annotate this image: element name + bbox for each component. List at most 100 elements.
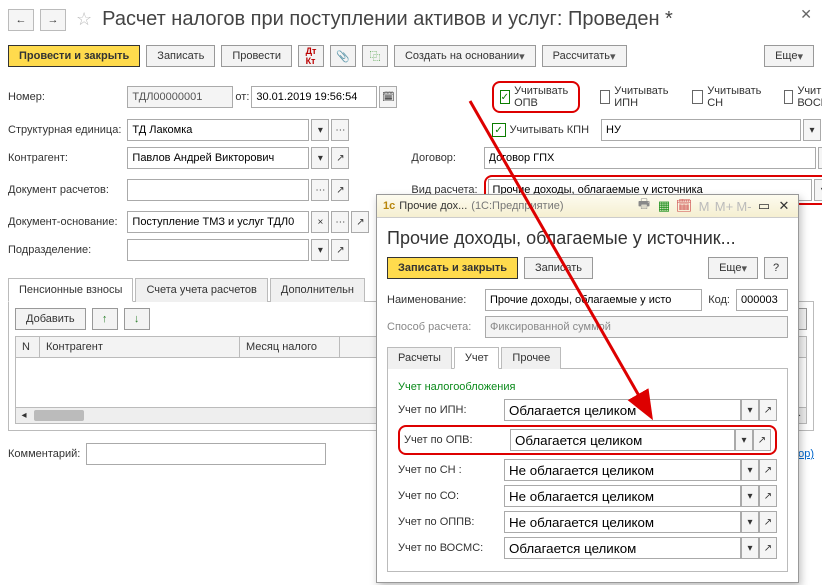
dropdown-icon[interactable]: ▾ (311, 147, 329, 169)
popup-window: 1c Прочие дох... (1С:Предприятие) 🖶 ▦ 🗓 … (376, 194, 799, 583)
dropdown-icon[interactable]: ▾ (311, 119, 329, 141)
popup-help-button[interactable]: ? (764, 257, 788, 279)
vosms-select[interactable] (504, 537, 741, 559)
scroll-left-icon[interactable]: ◂ (16, 408, 32, 423)
structure-icon[interactable]: ⿻ (362, 45, 388, 67)
open-icon[interactable]: ↗ (759, 485, 777, 507)
popup-titlebar: 1c Прочие дох... (1С:Предприятие) 🖶 ▦ 🗓 … (377, 195, 798, 218)
dtkt-icon[interactable]: ДтКт (298, 45, 324, 67)
dropdown-icon[interactable]: ▾ (741, 399, 759, 421)
popup-code-field[interactable] (736, 289, 788, 311)
close-icon[interactable]: ✕ (800, 6, 812, 23)
basedoc-field[interactable] (127, 211, 309, 233)
app-icon: 1c (383, 200, 395, 212)
open-icon[interactable]: ↗ (753, 429, 771, 451)
paydoc-field[interactable] (127, 179, 309, 201)
dropdown-icon[interactable]: ▾ (741, 459, 759, 481)
calendar-icon[interactable]: 🗓 (379, 86, 397, 108)
clear-icon[interactable]: × (311, 211, 329, 233)
date-field[interactable] (251, 86, 377, 108)
checkbox-sn[interactable]: Учитывать СН (692, 85, 764, 109)
contractor-label: Контрагент: (8, 152, 121, 164)
ipn-select[interactable] (504, 399, 741, 421)
popup-write-button[interactable]: Записать (524, 257, 593, 279)
move-up-icon[interactable]: ↑ (92, 308, 118, 330)
dropdown-icon[interactable]: ▾ (818, 147, 822, 169)
comment-field[interactable] (86, 443, 326, 465)
move-down-icon[interactable]: ↓ (124, 308, 150, 330)
popup-name-field[interactable] (485, 289, 702, 311)
popup-close-icon[interactable]: ✕ (776, 198, 792, 214)
sn-select[interactable] (504, 459, 741, 481)
popup-name-label: Наименование: (387, 294, 479, 306)
paydoc-label: Документ расчетов: (8, 184, 121, 196)
open-icon[interactable]: ↗ (331, 179, 349, 201)
dropdown-icon[interactable]: ▾ (741, 537, 759, 559)
grid-icon[interactable]: ▦ (656, 198, 672, 214)
check-icon: ✓ (492, 123, 506, 137)
forward-button[interactable]: → (40, 9, 66, 31)
calc-button[interactable]: Рассчитать (542, 45, 627, 67)
commit-button[interactable]: Провести (221, 45, 292, 67)
checkbox-ipn[interactable]: Учитывать ИПН (600, 85, 672, 109)
attach-icon[interactable]: 📎 (330, 45, 356, 67)
kpn-value-field[interactable] (601, 119, 801, 141)
mplus-icon[interactable]: M+ (716, 198, 732, 214)
open-icon[interactable]: ↗ (759, 459, 777, 481)
open-icon[interactable]: ↗ (351, 211, 369, 233)
contractor-field[interactable] (127, 147, 309, 169)
checkbox-vosms[interactable]: Учитывать ВОСМС (784, 85, 822, 109)
checkbox-opv[interactable]: ✓Учитывать ОПВ (492, 81, 580, 113)
check-icon (784, 90, 793, 104)
opv-select[interactable] (510, 429, 735, 451)
dropdown-icon[interactable]: ▾ (814, 179, 822, 201)
unit-field[interactable] (127, 119, 309, 141)
oppv-select[interactable] (504, 511, 741, 533)
contract-field[interactable] (484, 147, 817, 169)
write-button[interactable]: Записать (146, 45, 215, 67)
tab-accounts[interactable]: Счета учета расчетов (135, 278, 267, 302)
favorite-icon[interactable]: ☆ (76, 9, 92, 30)
open-icon[interactable]: ⋯ (331, 211, 349, 233)
popup-max-icon[interactable]: ▭ (756, 198, 772, 214)
open-icon[interactable]: ↗ (759, 537, 777, 559)
open-icon[interactable]: ↗ (759, 399, 777, 421)
popup-more-button[interactable]: Еще (708, 257, 758, 279)
m-icon[interactable]: M (696, 198, 712, 214)
titlebar: ← → ☆ Расчет налогов при поступлении акт… (8, 8, 814, 31)
so-select[interactable] (504, 485, 741, 507)
check-icon: ✓ (500, 90, 511, 104)
popup-apptitle: (1С:Предприятие) (471, 200, 563, 212)
open-icon[interactable]: ⋯ (331, 119, 349, 141)
number-field[interactable] (127, 86, 233, 108)
dropdown-icon[interactable]: ▾ (311, 239, 329, 261)
subtab-calc[interactable]: Расчеты (387, 347, 452, 369)
dropdown-icon[interactable]: ▾ (735, 429, 753, 451)
commit-close-button[interactable]: Провести и закрыть (8, 45, 140, 67)
checkbox-kpn[interactable]: ✓Учитывать КПН (492, 123, 590, 137)
open-icon[interactable]: ↗ (759, 511, 777, 533)
dropdown-icon[interactable]: ▾ (741, 511, 759, 533)
print-icon[interactable]: 🖶 (636, 198, 652, 214)
scroll-thumb[interactable] (34, 410, 84, 421)
calendar-icon[interactable]: 🗓 (676, 198, 692, 214)
dropdown-icon[interactable]: ▾ (803, 119, 821, 141)
more-button[interactable]: Еще (764, 45, 814, 67)
mminus-icon[interactable]: M- (736, 198, 752, 214)
tab-additional[interactable]: Дополнительн (270, 278, 365, 302)
subtab-other[interactable]: Прочее (501, 347, 561, 369)
add-row-button[interactable]: Добавить (15, 308, 86, 330)
open-icon[interactable]: ⋯ (311, 179, 329, 201)
division-field[interactable] (127, 239, 309, 261)
col-n: N (16, 337, 40, 357)
popup-save-close-button[interactable]: Записать и закрыть (387, 257, 518, 279)
tab-pension[interactable]: Пенсионные взносы (8, 278, 133, 302)
create-based-button[interactable]: Создать на основании (394, 45, 536, 67)
open-icon[interactable]: ↗ (331, 147, 349, 169)
dropdown-icon[interactable]: ▾ (741, 485, 759, 507)
main-toolbar: Провести и закрыть Записать Провести ДтК… (8, 45, 814, 67)
subtab-acct[interactable]: Учет (454, 347, 500, 369)
open-icon[interactable]: ↗ (331, 239, 349, 261)
basedoc-label: Документ-основание: (8, 216, 121, 228)
back-button[interactable]: ← (8, 9, 34, 31)
